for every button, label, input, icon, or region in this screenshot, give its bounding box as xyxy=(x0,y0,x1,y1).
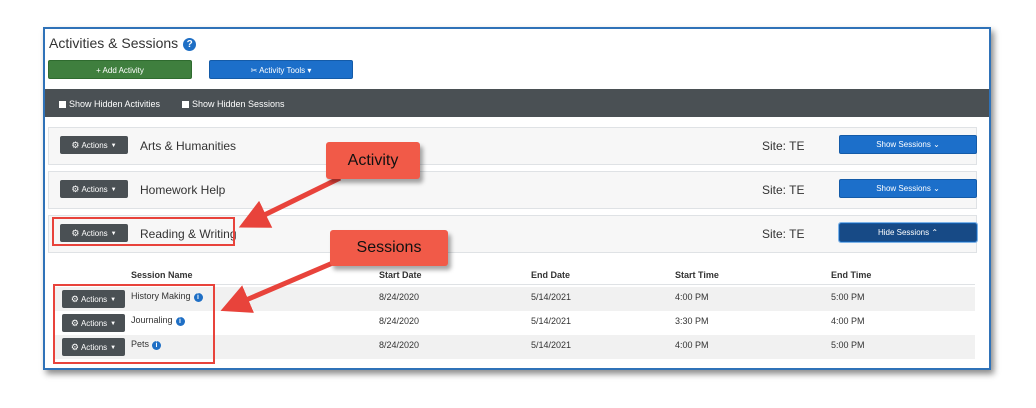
activity-arrow xyxy=(238,175,342,228)
activity-callout: Activity xyxy=(326,142,420,179)
annotation-arrows xyxy=(220,175,342,313)
sessions-arrow xyxy=(220,259,336,313)
sessions-callout: Sessions xyxy=(330,230,448,266)
